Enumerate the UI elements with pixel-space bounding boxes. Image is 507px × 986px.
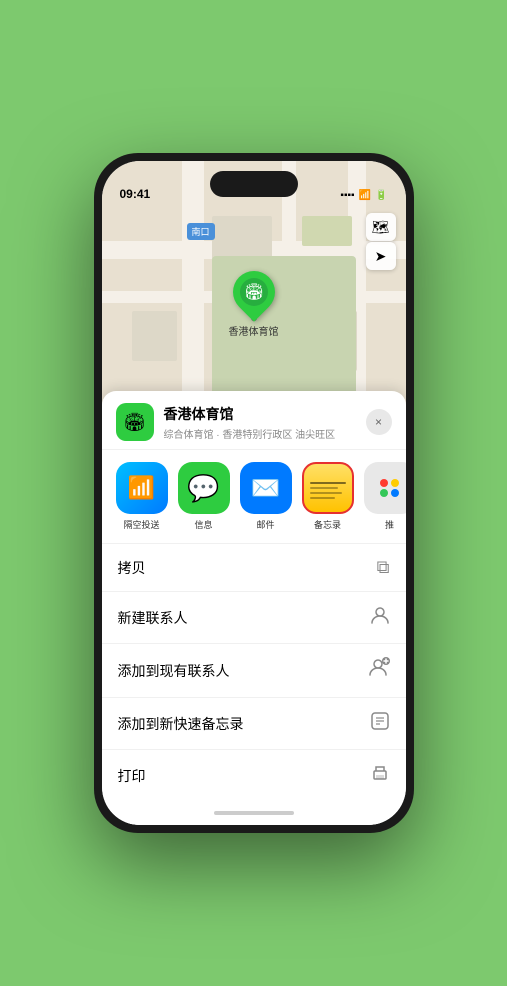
map-type-button[interactable]: 🗺 — [366, 213, 396, 241]
notes-lines-decoration — [304, 474, 352, 503]
quick-note-icon — [370, 711, 390, 736]
venue-subtitle: 综合体育馆 · 香港特别行政区 油尖旺区 — [164, 426, 366, 441]
pin-venue-label: 香港体育馆 — [229, 323, 279, 338]
venue-info: 香港体育馆 综合体育馆 · 香港特别行政区 油尖旺区 — [164, 404, 366, 441]
add-contact-icon — [368, 657, 390, 684]
share-app-notes[interactable]: 备忘录 — [302, 462, 354, 531]
venue-stadium-icon: 🏟 — [123, 412, 146, 433]
mail-icon: ✉️ — [240, 462, 292, 514]
share-apps-row: 📶 隔空投送 💬 信息 ✉️ 邮件 — [102, 450, 406, 544]
status-time: 09:41 — [120, 187, 151, 203]
airdrop-label: 隔空投送 — [123, 518, 159, 531]
notes-icon — [302, 462, 354, 514]
share-app-airdrop[interactable]: 📶 隔空投送 — [116, 462, 168, 531]
action-new-contact-label: 新建联系人 — [118, 608, 188, 628]
sheet-header: 🏟 香港体育馆 综合体育馆 · 香港特别行政区 油尖旺区 × — [102, 391, 406, 450]
battery-icon: 🔋 — [375, 190, 387, 201]
home-bar — [214, 811, 294, 815]
action-add-contact-label: 添加到现有联系人 — [118, 661, 230, 681]
action-add-contact[interactable]: 添加到现有联系人 — [102, 644, 406, 698]
pin-stadium-icon: 🏟 — [243, 282, 263, 302]
pin-marker: 🏟 — [224, 262, 283, 321]
signal-icon: ▪▪▪▪ — [340, 190, 354, 201]
close-icon: × — [375, 415, 382, 429]
message-label: 信息 — [194, 518, 212, 531]
more-dots-decoration — [374, 473, 405, 503]
venue-name: 香港体育馆 — [164, 404, 366, 424]
new-contact-icon — [370, 605, 390, 630]
dot-red — [380, 479, 388, 487]
dot-green — [380, 489, 388, 497]
status-icons: ▪▪▪▪ 📶 🔋 — [340, 190, 387, 203]
print-icon — [370, 763, 390, 788]
copy-icon: ⧉ — [377, 557, 390, 578]
action-copy-label: 拷贝 — [118, 558, 146, 578]
share-app-message[interactable]: 💬 信息 — [178, 462, 230, 531]
dynamic-island — [210, 171, 298, 197]
action-print-label: 打印 — [118, 766, 146, 786]
map-pin: 🏟 香港体育馆 — [229, 271, 279, 338]
wifi-icon: 📶 — [359, 190, 371, 201]
share-app-mail[interactable]: ✉️ 邮件 — [240, 462, 292, 531]
phone-frame: 09:41 ▪▪▪▪ 📶 🔋 南口 — [94, 153, 414, 833]
mail-label: 邮件 — [256, 518, 274, 531]
venue-icon: 🏟 — [116, 403, 154, 441]
more-icon — [364, 462, 406, 514]
action-quick-note-label: 添加到新快速备忘录 — [118, 714, 244, 734]
message-icon: 💬 — [178, 462, 230, 514]
action-quick-note[interactable]: 添加到新快速备忘录 — [102, 698, 406, 750]
home-indicator — [102, 801, 406, 825]
action-print[interactable]: 打印 — [102, 750, 406, 801]
share-app-more[interactable]: 推 — [364, 462, 406, 531]
map-south-entrance-label: 南口 — [187, 223, 215, 240]
more-label: 推 — [385, 518, 394, 531]
dot-yellow — [391, 479, 399, 487]
airdrop-icon: 📶 — [116, 462, 168, 514]
location-button[interactable]: ➤ — [366, 242, 396, 270]
map-controls: 🗺 ➤ — [366, 213, 396, 270]
phone-screen: 09:41 ▪▪▪▪ 📶 🔋 南口 — [102, 161, 406, 825]
bottom-sheet: 🏟 香港体育馆 综合体育馆 · 香港特别行政区 油尖旺区 × 📶 隔空投送 — [102, 391, 406, 825]
notes-label: 备忘录 — [314, 518, 341, 531]
action-new-contact[interactable]: 新建联系人 — [102, 592, 406, 644]
close-button[interactable]: × — [366, 409, 392, 435]
action-copy[interactable]: 拷贝 ⧉ — [102, 544, 406, 592]
dot-blue — [391, 489, 399, 497]
